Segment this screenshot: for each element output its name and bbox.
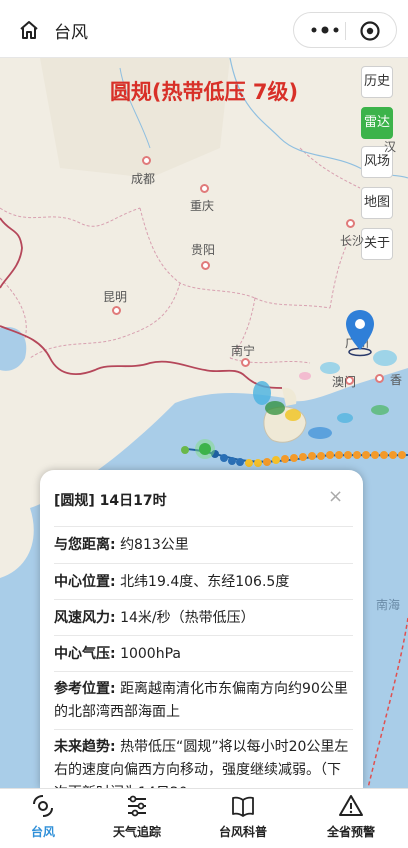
city-marker: [112, 306, 121, 315]
city-label: 昆明: [103, 290, 128, 304]
tab-typhoon[interactable]: 台风: [0, 793, 88, 840]
city-label: 汉: [384, 140, 397, 154]
typhoon-icon: [33, 795, 53, 817]
close-icon[interactable]: ×: [328, 486, 343, 507]
close-target-icon[interactable]: [359, 20, 381, 42]
radar-button[interactable]: 雷达: [361, 107, 393, 139]
info-row-distance: 与您距离: 约813公里: [54, 526, 353, 563]
city-marker: [346, 219, 355, 228]
city-label: 香: [390, 373, 403, 387]
tab-province-warning[interactable]: 全省预警: [306, 793, 396, 840]
typhoon-title: 圆规(热带低压 7级): [109, 80, 299, 104]
app-title: 台风: [54, 23, 88, 43]
city-marker: [241, 358, 250, 367]
city-label: 成都: [131, 172, 156, 186]
city-label: 贵阳: [191, 243, 216, 257]
history-button[interactable]: 历史: [361, 66, 393, 98]
bottom-tab-bar: 台风 天气追踪 台风科普 全省预警: [0, 788, 408, 848]
info-row-trend: 未来趋势: 热带低压“圆规”将以每小时20公里左右的速度向偏西方向移动，强度继续…: [54, 729, 353, 788]
info-row-position: 中心位置: 北纬19.4度、东经106.5度: [54, 563, 353, 599]
book-icon: [232, 796, 254, 817]
city-label: 重庆: [190, 199, 215, 213]
warning-icon: [339, 795, 363, 816]
capsule-divider: [345, 22, 346, 40]
city-marker: [375, 374, 384, 383]
info-row-wind: 风速风力: 14米/秒（热带低压）: [54, 599, 353, 635]
city-label: 长沙: [340, 234, 365, 248]
tab-typhoon-science[interactable]: 台风科普: [198, 793, 288, 840]
about-button[interactable]: 关于: [361, 228, 393, 260]
sea-label: 南海: [376, 598, 401, 612]
home-icon[interactable]: [18, 19, 40, 41]
city-marker: [142, 156, 151, 165]
top-bar: 台风: [0, 0, 408, 58]
location-pin-icon: [346, 310, 374, 357]
more-icon[interactable]: [308, 23, 342, 37]
typhoon-info-card: [圆规] 14日17时 × 与您距离: 约813公里 中心位置: 北纬19.4度…: [40, 470, 363, 788]
city-label: 澳门: [332, 375, 357, 389]
map-button[interactable]: 地图: [361, 187, 393, 219]
info-row-pressure: 中心气压: 1000hPa: [54, 635, 353, 671]
track-icon: [128, 795, 146, 817]
tab-weather-tracking[interactable]: 天气追踪: [92, 793, 182, 840]
info-row-reference: 参考位置: 距离越南清化市东偏南方向约90公里的北部湾西部海面上: [54, 671, 353, 729]
city-marker: [201, 261, 210, 270]
info-header: [圆规] 14日17时: [54, 493, 167, 509]
mini-program-capsule: [293, 12, 397, 48]
city-marker: [200, 184, 209, 193]
city-label: 南宁: [231, 344, 256, 358]
